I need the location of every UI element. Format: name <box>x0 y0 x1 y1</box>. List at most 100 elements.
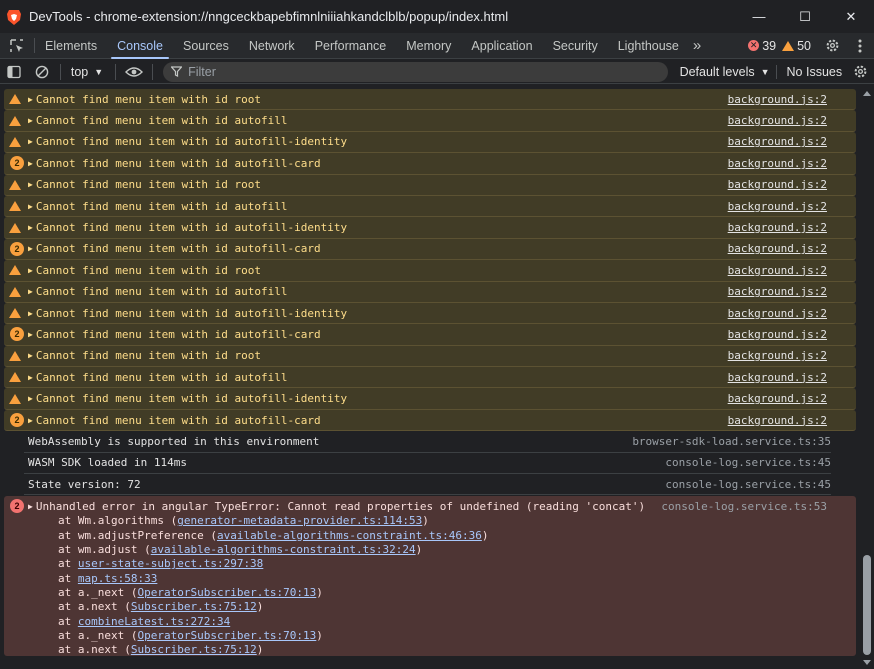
maximize-button[interactable]: ☐ <box>782 0 828 33</box>
warning-message[interactable]: ▶ Cannot find menu item with id autofill b… <box>4 195 856 218</box>
stack-frame-link[interactable]: available-algorithms-constraint.ts:32:24 <box>151 543 416 556</box>
clear-console-button[interactable] <box>28 60 56 84</box>
source-link[interactable]: background.js:2 <box>728 200 827 213</box>
expand-triangle-icon[interactable]: ▶ <box>28 95 33 104</box>
expand-triangle-icon[interactable]: ▶ <box>28 223 33 232</box>
tab-sources[interactable]: Sources <box>173 33 239 58</box>
source-link[interactable]: background.js:2 <box>728 221 827 234</box>
log-message[interactable]: WebAssembly is supported in this environ… <box>24 431 831 453</box>
source-link[interactable]: background.js:2 <box>728 157 827 170</box>
warning-message[interactable]: ▶ Cannot find menu item with id autofill-… <box>4 131 856 154</box>
expand-triangle-icon[interactable]: ▶ <box>28 309 33 318</box>
stack-frame-link[interactable]: combineLatest.ts:272:34 <box>78 615 230 628</box>
expand-triangle-icon[interactable]: ▶ <box>28 394 33 403</box>
scroll-down-icon[interactable] <box>863 660 871 665</box>
source-link[interactable]: background.js:2 <box>728 328 827 341</box>
close-window-button[interactable]: ✕ <box>828 0 874 33</box>
warning-message[interactable]: ▶ Cannot find menu item with id root backg… <box>4 345 856 368</box>
expand-triangle-icon[interactable]: ▶ <box>28 266 33 275</box>
warning-message[interactable]: 2 ▶ Cannot find menu item with id autofill… <box>4 153 856 175</box>
scrollbar-thumb[interactable] <box>863 555 871 655</box>
expand-triangle-icon[interactable]: ▶ <box>28 502 33 511</box>
expand-triangle-icon[interactable]: ▶ <box>28 330 33 339</box>
warning-message[interactable]: 2 ▶ Cannot find menu item with id autofill… <box>4 324 856 346</box>
stack-frame-link[interactable]: OperatorSubscriber.ts:70:13 <box>137 629 316 642</box>
source-link[interactable]: browser-sdk-load.service.ts:35 <box>632 435 831 448</box>
warning-message[interactable]: ▶ Cannot find menu item with id autofill b… <box>4 367 856 389</box>
tab-elements[interactable]: Elements <box>35 33 107 58</box>
expand-triangle-icon[interactable]: ▶ <box>28 244 33 253</box>
warning-message[interactable]: ▶ Cannot find menu item with id autofill b… <box>4 110 856 132</box>
more-options-button[interactable] <box>846 33 874 59</box>
source-link[interactable]: background.js:2 <box>728 414 827 427</box>
expand-triangle-icon[interactable]: ▶ <box>28 373 33 382</box>
source-link[interactable]: background.js:2 <box>728 135 827 148</box>
log-message[interactable]: State version: 72 console-log.service.ts:… <box>24 474 831 496</box>
source-link[interactable]: background.js:2 <box>728 264 827 277</box>
source-link[interactable]: background.js:2 <box>728 93 827 106</box>
warning-message[interactable]: ▶ Cannot find menu item with id root backg… <box>4 174 856 196</box>
log-levels-dropdown[interactable]: Default levels ▼ <box>680 65 770 79</box>
warning-message[interactable]: ▶ Cannot find menu item with id autofill-… <box>4 217 856 239</box>
error-count[interactable]: ✕ 39 <box>748 39 776 53</box>
live-expression-button[interactable] <box>120 60 148 84</box>
source-link[interactable]: background.js:2 <box>728 371 827 384</box>
scroll-up-icon[interactable] <box>863 91 871 96</box>
stack-frame-link[interactable]: available-algorithms-constraint.ts:46:36 <box>217 529 482 542</box>
filter-input[interactable] <box>188 64 649 79</box>
source-link[interactable]: console-log.service.ts:45 <box>665 478 831 491</box>
log-message[interactable]: WASM SDK loaded in 114ms console-log.serv… <box>24 453 831 475</box>
message-text: WebAssembly is supported in this environ… <box>28 434 320 448</box>
stack-frame-link[interactable]: Subscriber.ts:75:12 <box>131 600 257 613</box>
warning-count[interactable]: 50 <box>782 39 811 53</box>
warning-message[interactable]: ▶ Cannot find menu item with id autofill-… <box>4 388 856 410</box>
stack-frame-link[interactable]: OperatorSubscriber.ts:70:13 <box>137 586 316 599</box>
source-link[interactable]: background.js:2 <box>728 242 827 255</box>
stack-frame-link[interactable]: map.ts:58:33 <box>78 572 157 585</box>
expand-triangle-icon[interactable]: ▶ <box>28 180 33 189</box>
expand-triangle-icon[interactable]: ▶ <box>28 137 33 146</box>
tab-network[interactable]: Network <box>239 33 305 58</box>
error-count-value: 39 <box>762 38 777 53</box>
tab-lighthouse[interactable]: Lighthouse <box>608 33 689 58</box>
warning-message[interactable]: 2 ▶ Cannot find menu item with id autofill… <box>4 238 856 261</box>
source-link[interactable]: console-log.service.ts:45 <box>665 456 831 469</box>
stack-frame-link[interactable]: user-state-subject.ts:297:38 <box>78 557 263 570</box>
source-link[interactable]: background.js:2 <box>728 178 827 191</box>
more-tabs-button[interactable]: » <box>689 33 705 58</box>
warning-message[interactable]: ▶ Cannot find menu item with id root backg… <box>4 89 856 111</box>
tab-application[interactable]: Application <box>461 33 542 58</box>
tab-memory[interactable]: Memory <box>396 33 461 58</box>
console-settings-button[interactable] <box>846 60 874 84</box>
tab-console[interactable]: Console <box>107 33 173 59</box>
expand-triangle-icon[interactable]: ▶ <box>28 351 33 360</box>
message-text: Cannot find menu item with id autofill-i… <box>35 392 348 406</box>
stack-frame-link[interactable]: generator-metadata-provider.ts:114:53 <box>177 514 422 527</box>
expand-triangle-icon[interactable]: ▶ <box>28 416 33 425</box>
minimize-button[interactable]: — <box>736 0 782 33</box>
settings-button[interactable] <box>818 33 846 59</box>
expand-triangle-icon[interactable]: ▶ <box>28 116 33 125</box>
source-link[interactable]: background.js:2 <box>728 349 827 362</box>
inspect-element-button[interactable] <box>0 33 34 58</box>
context-selector[interactable]: top ▼ <box>71 65 103 79</box>
error-message[interactable]: 2 ▶ Unhandled error in angular TypeError… <box>4 496 856 657</box>
source-link[interactable]: background.js:2 <box>728 285 827 298</box>
source-link[interactable]: background.js:2 <box>728 307 827 320</box>
console-scrollbar[interactable] <box>860 89 874 669</box>
expand-triangle-icon[interactable]: ▶ <box>28 159 33 168</box>
tab-performance[interactable]: Performance <box>305 33 397 58</box>
expand-triangle-icon[interactable]: ▶ <box>28 287 33 296</box>
source-link[interactable]: background.js:2 <box>728 114 827 127</box>
warning-message[interactable]: ▶ Cannot find menu item with id autofill b… <box>4 281 856 303</box>
warning-message[interactable]: ▶ Cannot find menu item with id autofill-… <box>4 302 856 325</box>
toggle-sidebar-button[interactable] <box>0 60 28 84</box>
tab-security[interactable]: Security <box>543 33 608 58</box>
stack-frame-link[interactable]: Subscriber.ts:75:12 <box>131 643 257 656</box>
warning-message[interactable]: 2 ▶ Cannot find menu item with id autofill… <box>4 409 856 432</box>
error-source-link[interactable]: console-log.service.ts:53 <box>661 500 827 513</box>
source-link[interactable]: background.js:2 <box>728 392 827 405</box>
issues-button[interactable]: No Issues <box>775 64 842 79</box>
expand-triangle-icon[interactable]: ▶ <box>28 202 33 211</box>
warning-message[interactable]: ▶ Cannot find menu item with id root backg… <box>4 260 856 282</box>
